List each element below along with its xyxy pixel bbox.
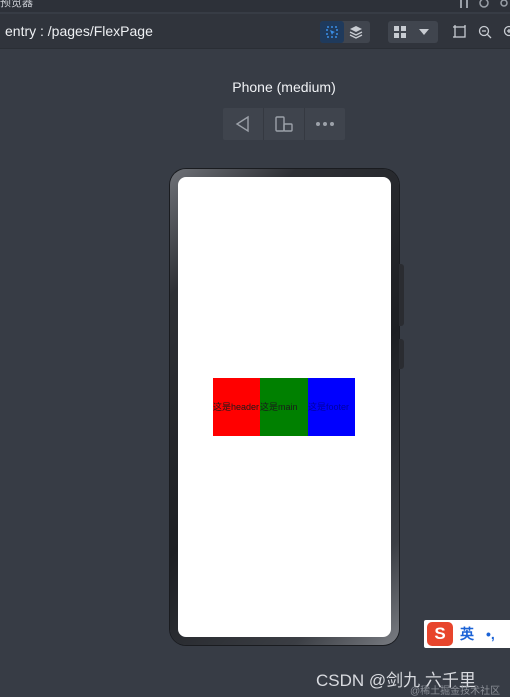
device-label: Phone (medium) — [232, 79, 336, 95]
watermark-sub: @稀土掘金技术社区 — [410, 686, 501, 697]
volume-button — [399, 264, 404, 326]
header-box: 这是header — [213, 378, 260, 436]
device-controls — [223, 108, 345, 140]
sogou-logo-icon: S — [427, 622, 453, 646]
inspector-icon[interactable] — [320, 21, 344, 43]
refresh-icon[interactable] — [478, 0, 490, 9]
back-icon[interactable] — [223, 108, 264, 140]
zoom-out-icon[interactable] — [473, 21, 497, 43]
ime-punctuation[interactable]: •, — [486, 626, 495, 642]
main-box: 这是main — [260, 378, 308, 436]
flex-row: 这是header 这是main 这是footer — [213, 378, 355, 436]
page-path: entry : /pages/FlexPage — [5, 23, 153, 39]
window-icons — [458, 0, 510, 9]
rotate-icon[interactable] — [264, 108, 305, 140]
inspect-group — [320, 21, 370, 43]
main-text: 这是main — [260, 402, 298, 412]
pin-icon[interactable] — [458, 0, 470, 9]
previewer-toolbar: entry : /pages/FlexPage — [0, 14, 510, 49]
settings-icon[interactable] — [498, 0, 510, 9]
ime-toolbar[interactable]: S 英 •, — [424, 620, 510, 648]
more-icon[interactable] — [305, 108, 345, 140]
dropdown-icon — [412, 21, 436, 43]
footer-box: 这是footer — [308, 378, 355, 436]
grid-icon — [388, 21, 412, 43]
ime-language[interactable]: 英 — [460, 624, 474, 644]
device-select[interactable] — [388, 21, 438, 43]
footer-text: 这是footer — [308, 402, 350, 412]
zoom-in-icon[interactable] — [498, 21, 510, 43]
power-button — [399, 339, 404, 369]
fit-icon[interactable] — [448, 21, 472, 43]
header-text: 这是header — [213, 402, 260, 412]
layers-icon[interactable] — [344, 21, 368, 43]
window-title: 预览器 — [0, 0, 33, 9]
window-titlebar: 预览器 — [0, 0, 510, 12]
